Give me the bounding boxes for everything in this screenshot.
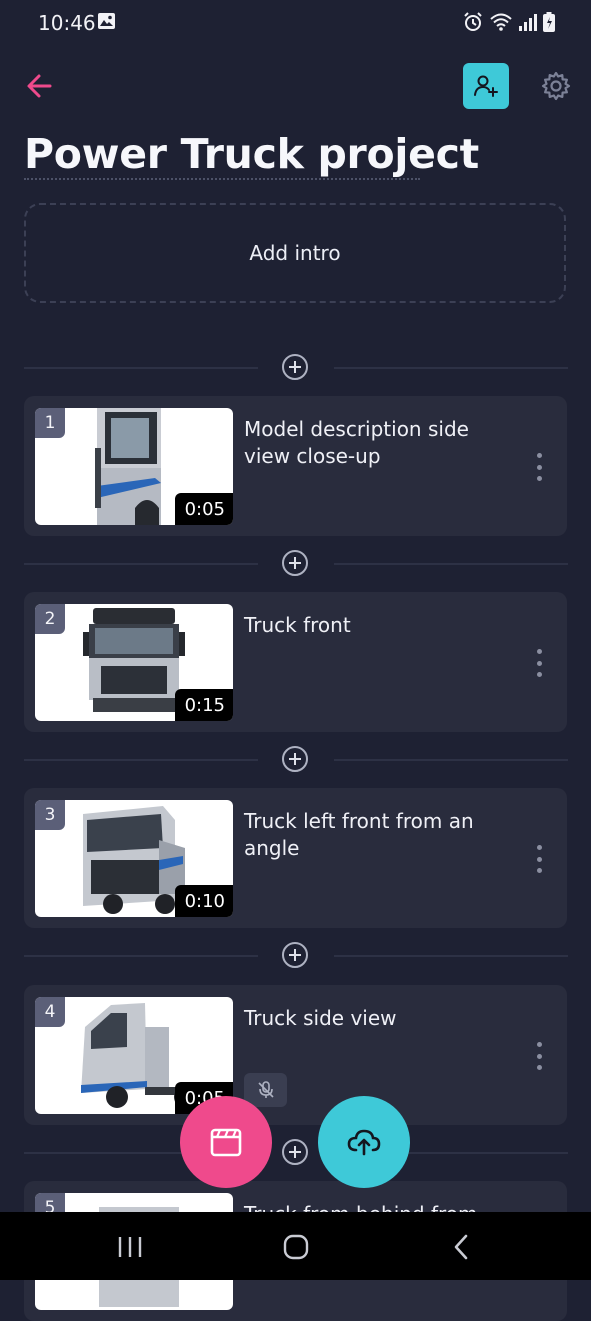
insert-clip-button[interactable] [282,746,308,772]
back-nav-button[interactable] [444,1232,480,1262]
clip-more-button[interactable] [529,647,549,679]
cloud-upload-icon [347,1129,381,1156]
dot [536,476,542,481]
clip-title[interactable]: Model description side view close-up [244,416,494,470]
record-scene-button[interactable] [180,1096,272,1188]
clip-title[interactable]: Truck left front from an angle [244,808,494,862]
settings-button[interactable] [538,68,574,104]
status-bar: 10:46 [0,0,591,46]
clip-number: 2 [35,604,65,634]
recents-button[interactable] [112,1232,148,1262]
clip-number: 4 [35,997,65,1027]
plus-icon [289,1146,301,1158]
add-intro-button[interactable]: Add intro [24,203,566,303]
dot [536,1042,542,1047]
page-title[interactable]: Power Truck project [24,130,479,178]
dot [536,868,542,873]
alarm-icon [464,12,482,31]
clip-thumbnail[interactable]: 2 0:15 [35,604,233,721]
clip-thumbnail[interactable]: 3 0:10 [35,800,233,917]
insert-clip-button[interactable] [282,1139,308,1165]
insert-divider [24,941,568,971]
clip-more-button[interactable] [529,1040,549,1072]
plus-icon [289,753,301,765]
battery-icon [543,12,555,32]
clip-number: 3 [35,800,65,830]
back-button[interactable] [24,70,56,102]
insert-divider [24,549,568,579]
title-underline [24,178,420,180]
insert-divider [24,745,568,775]
status-time: 10:46 [38,11,96,35]
plus-icon [289,361,301,373]
clip-more-button[interactable] [529,451,549,483]
dot [536,845,542,850]
system-navigation-bar [0,1212,591,1280]
clip-thumbnail[interactable]: 1 0:05 [35,408,233,525]
arrow-left-icon [27,74,52,98]
add-intro-label: Add intro [249,241,341,265]
home-icon [283,1234,309,1260]
back-icon [454,1234,468,1260]
insert-divider [24,1138,568,1168]
clip-thumbnail[interactable]: 4 0:05 [35,997,233,1114]
dot [536,649,542,654]
insert-clip-button[interactable] [282,550,308,576]
dot [536,856,542,862]
home-button[interactable] [278,1232,314,1262]
microphone-off-icon [257,1081,274,1098]
dot [536,1065,542,1070]
clip-title[interactable]: Truck side view [244,1005,494,1032]
dot [536,660,542,666]
status-icons [463,12,555,32]
dot [536,464,542,470]
insert-clip-button[interactable] [282,942,308,968]
dot [536,453,542,458]
clapperboard-icon [210,1128,242,1157]
clip-number: 1 [35,408,65,438]
clip-card[interactable]: 3 0:10 Truck left front from an angle [24,788,567,928]
invite-collaborator-button[interactable] [463,63,509,109]
add-person-icon [474,75,498,97]
insert-divider [24,353,568,383]
clip-duration: 0:05 [174,493,233,525]
gear-icon [541,71,571,101]
clip-duration: 0:10 [174,885,233,917]
clip-card[interactable]: 2 0:15 Truck front [24,592,567,732]
recents-icon [118,1237,142,1257]
insert-clip-button[interactable] [282,354,308,380]
clip-card[interactable]: 4 0:05 Truck side view [24,985,567,1125]
dot [536,1053,542,1059]
clip-duration: 0:15 [174,689,233,721]
wifi-icon [490,13,512,31]
signal-icon [519,14,537,31]
plus-icon [289,949,301,961]
image-icon [98,13,115,29]
clip-more-button[interactable] [529,843,549,875]
dot [536,672,542,677]
mute-toggle-button[interactable] [244,1073,287,1107]
clip-title[interactable]: Truck front [244,612,494,639]
plus-icon [289,557,301,569]
upload-button[interactable] [318,1096,410,1188]
clip-card[interactable]: 1 0:05 Model description side view close… [24,396,567,536]
